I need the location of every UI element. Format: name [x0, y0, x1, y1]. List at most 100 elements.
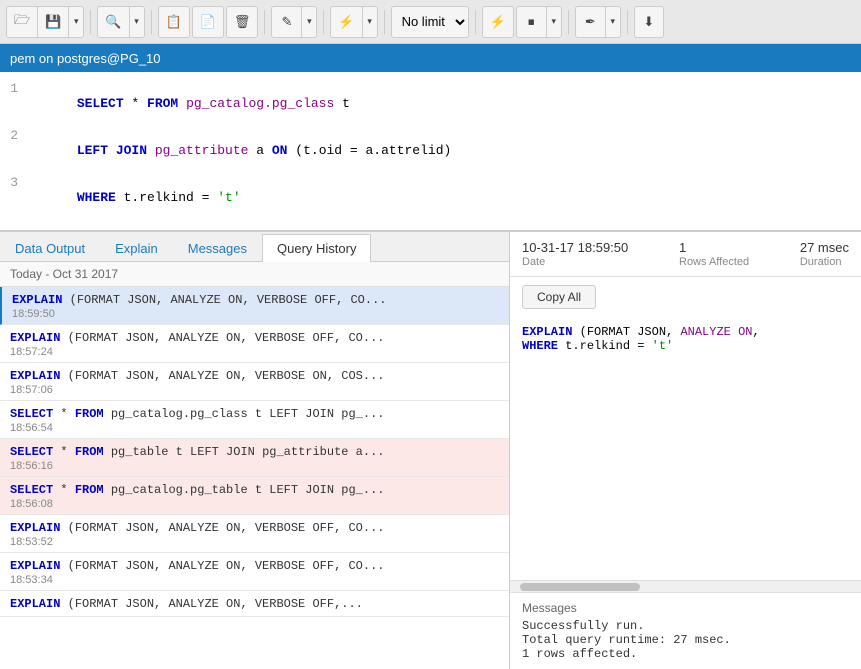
save-icon: 💾	[45, 14, 61, 30]
stop-dropdown-button[interactable]: ▾	[546, 6, 562, 38]
execute-icon: ⚡	[490, 14, 506, 30]
history-query-text: SELECT * FROM pg_catalog.pg_class t LEFT…	[10, 407, 499, 421]
messages-label: Messages	[522, 601, 849, 615]
list-item[interactable]: EXPLAIN (FORMAT JSON, ANALYZE ON, VERBOS…	[0, 553, 509, 591]
list-item[interactable]: EXPLAIN (FORMAT JSON, ANALYZE ON, VERBOS…	[0, 591, 509, 617]
history-query-text: SELECT * FROM pg_catalog.pg_table t LEFT…	[10, 483, 499, 497]
tab-explain-label: Explain	[115, 241, 158, 256]
open-button[interactable]: 🗁	[6, 6, 37, 38]
chevron-down-icon: ▾	[74, 16, 79, 27]
sql-editor[interactable]: 1 SELECT * FROM pg_catalog.pg_class t 2 …	[0, 72, 861, 232]
right-panel: 10-31-17 18:59:50 Date 1 Rows Affected 2…	[510, 232, 861, 669]
list-item[interactable]: SELECT * FROM pg_catalog.pg_class t LEFT…	[0, 401, 509, 439]
chevron-down-icon: ▾	[134, 16, 139, 27]
history-time: 18:56:54	[10, 422, 499, 434]
search-group: 🔍 ▾	[97, 6, 144, 38]
history-time: 18:59:50	[12, 308, 499, 320]
history-list[interactable]: EXPLAIN (FORMAT JSON, ANALYZE ON, VERBOS…	[0, 287, 509, 669]
sep8	[627, 10, 628, 34]
list-item[interactable]: SELECT * FROM pg_table t LEFT JOIN pg_at…	[0, 439, 509, 477]
delete-icon: 🗑	[234, 14, 251, 30]
message-line-3: 1 rows affected.	[522, 647, 849, 661]
stop-button[interactable]: ⏹	[516, 6, 546, 38]
history-query-text: SELECT * FROM pg_table t LEFT JOIN pg_at…	[10, 445, 499, 459]
sql-code-3: WHERE t.relkind = 't'	[30, 175, 241, 220]
tab-messages[interactable]: Messages	[173, 234, 262, 262]
scrollbar-thumb[interactable]	[520, 583, 640, 591]
copy-clipboard-button[interactable]: 📋	[158, 6, 190, 38]
filter-icon: ⚡	[338, 14, 354, 30]
open-save-group: 🗁 💾 ▾	[6, 6, 84, 38]
format-button[interactable]: ✒	[575, 6, 605, 38]
list-item[interactable]: EXPLAIN (FORMAT JSON, ANALYZE ON, VERBOS…	[0, 325, 509, 363]
list-item[interactable]: EXPLAIN (FORMAT JSON, ANALYZE ON, VERBOS…	[0, 363, 509, 401]
tab-data-output[interactable]: Data Output	[0, 234, 100, 262]
download-button[interactable]: ⬇	[634, 6, 664, 38]
save-button[interactable]: 💾	[37, 6, 68, 38]
list-item[interactable]: EXPLAIN (FORMAT JSON, ANALYZE ON, VERBOS…	[0, 515, 509, 553]
edit-dropdown-button[interactable]: ▾	[301, 6, 317, 38]
execute-button[interactable]: ⚡	[482, 6, 514, 38]
sql-preview: EXPLAIN (FORMAT JSON, ANALYZE ON, WHERE …	[510, 317, 861, 580]
open-icon: 🗁	[14, 11, 30, 33]
messages-content: Successfully run. Total query runtime: 2…	[522, 619, 849, 661]
paste-icon: 📄	[200, 14, 216, 30]
date-info: 10-31-17 18:59:50 Date	[522, 240, 628, 268]
sql-preview-line2: WHERE t.relkind = 't'	[522, 339, 849, 353]
sql-code-1: SELECT * FROM pg_catalog.pg_class t	[30, 81, 350, 126]
find-button[interactable]: 🔍	[97, 6, 128, 38]
title-bar: pem on postgres@PG_10	[0, 44, 861, 72]
chevron-down-icon: ▾	[611, 16, 616, 27]
edit-icon: ✎	[281, 14, 292, 30]
copy-all-button[interactable]: Copy All	[522, 285, 596, 309]
history-query-text: EXPLAIN (FORMAT JSON, ANALYZE ON, VERBOS…	[10, 331, 499, 345]
delete-button[interactable]: 🗑	[226, 6, 259, 38]
sep7	[568, 10, 569, 34]
tab-data-output-label: Data Output	[15, 241, 85, 256]
chevron-down-icon: ▾	[552, 16, 557, 27]
filter-dropdown-button[interactable]: ▾	[362, 6, 378, 38]
save-dropdown-button[interactable]: ▾	[68, 6, 84, 38]
chevron-down-icon: ▾	[367, 16, 372, 27]
history-date: Today - Oct 31 2017	[0, 262, 509, 287]
horizontal-scrollbar[interactable]	[510, 580, 861, 592]
tab-query-history[interactable]: Query History	[262, 234, 371, 262]
detail-duration-label: Duration	[800, 256, 849, 268]
history-query-text: EXPLAIN (FORMAT JSON, ANALYZE ON, VERBOS…	[10, 521, 499, 535]
chevron-down-icon: ▾	[307, 16, 312, 27]
paste-button[interactable]: 📄	[192, 6, 224, 38]
history-time: 18:53:52	[10, 536, 499, 548]
rows-info: 1 Rows Affected	[679, 240, 749, 268]
line-number-3: 3	[0, 175, 30, 190]
filter-group: ⚡ ▾	[330, 6, 377, 38]
history-time: 18:53:34	[10, 574, 499, 586]
search-icon: 🔍	[105, 14, 121, 30]
sql-line-2: 2 LEFT JOIN pg_attribute a ON (t.oid = a…	[0, 127, 861, 174]
detail-header: 10-31-17 18:59:50 Date 1 Rows Affected 2…	[510, 232, 861, 277]
list-item[interactable]: SELECT * FROM pg_catalog.pg_table t LEFT…	[0, 477, 509, 515]
format-icon: ✒	[585, 14, 596, 30]
sep4	[323, 10, 324, 34]
tab-query-history-label: Query History	[277, 241, 356, 256]
line-number-1: 1	[0, 81, 30, 96]
filter-button[interactable]: ⚡	[330, 6, 361, 38]
edit-button[interactable]: ✎	[271, 6, 301, 38]
limit-select[interactable]: No limit	[391, 6, 469, 38]
format-group: ✒ ▾	[575, 6, 621, 38]
detail-date-label: Date	[522, 256, 628, 268]
history-query-text: EXPLAIN (FORMAT JSON, ANALYZE ON, VERBOS…	[10, 559, 499, 573]
tab-explain[interactable]: Explain	[100, 234, 173, 262]
message-line-1: Successfully run.	[522, 619, 849, 633]
connection-title: pem on postgres@PG_10	[10, 51, 161, 66]
history-query-text: EXPLAIN (FORMAT JSON, ANALYZE ON, VERBOS…	[10, 369, 499, 383]
find-dropdown-button[interactable]: ▾	[129, 6, 145, 38]
sql-preview-line1: EXPLAIN (FORMAT JSON, ANALYZE ON,	[522, 325, 849, 339]
sql-code-2: LEFT JOIN pg_attribute a ON (t.oid = a.a…	[30, 128, 451, 173]
format-dropdown-button[interactable]: ▾	[605, 6, 621, 38]
tab-messages-label: Messages	[188, 241, 247, 256]
sql-line-3: 3 WHERE t.relkind = 't'	[0, 174, 861, 221]
stop-group: ⏹ ▾	[516, 6, 562, 38]
duration-info: 27 msec Duration	[800, 240, 849, 268]
history-query-text: EXPLAIN (FORMAT JSON, ANALYZE ON, VERBOS…	[10, 597, 499, 611]
list-item[interactable]: EXPLAIN (FORMAT JSON, ANALYZE ON, VERBOS…	[0, 287, 509, 325]
